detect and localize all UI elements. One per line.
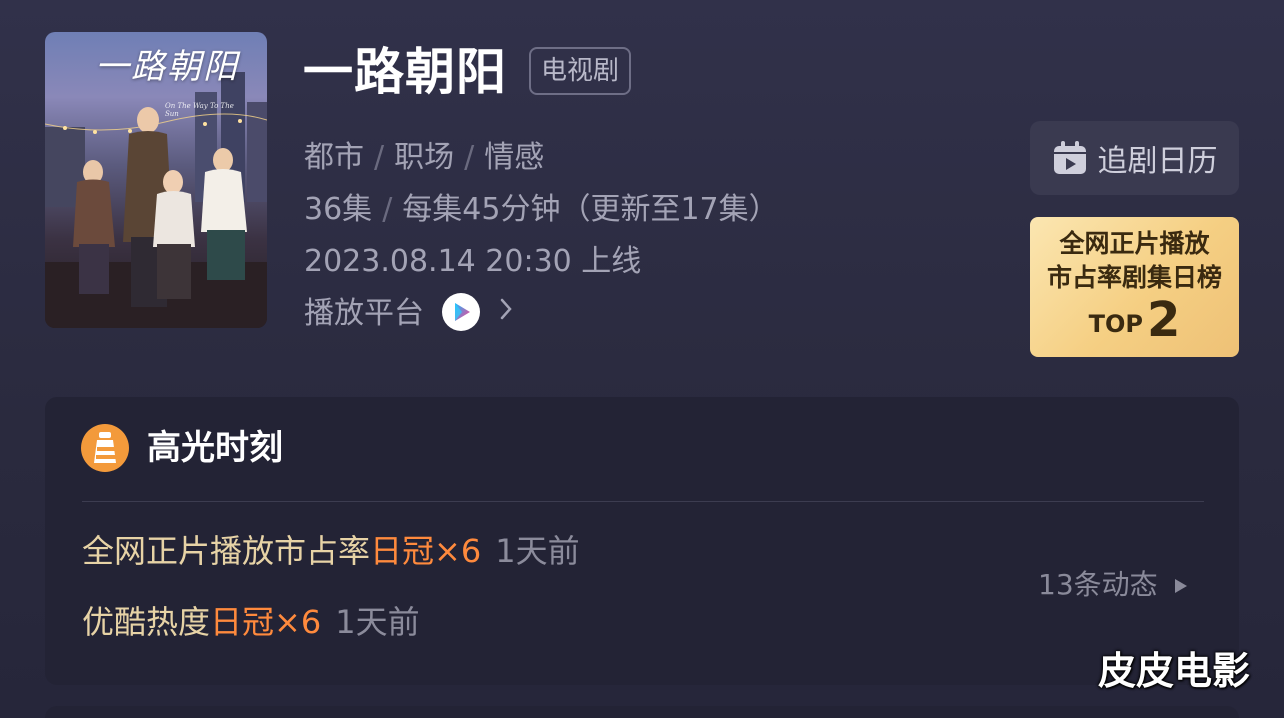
highlight-label: 优酷热度 xyxy=(82,603,211,641)
more-updates-label: 13条动态 xyxy=(1038,568,1158,601)
youku-logo-icon[interactable] xyxy=(441,292,480,331)
platform-row[interactable]: 播放平台 xyxy=(304,292,513,335)
genre-tag[interactable]: 职场 xyxy=(394,140,454,175)
poster-title: 一路朝阳 xyxy=(95,47,239,87)
episode-count: 36集 xyxy=(304,192,373,227)
platform-label: 播放平台 xyxy=(304,296,424,331)
lighthouse-icon xyxy=(80,423,130,477)
highlight-item[interactable]: 全网正片播放市占率日冠×6 1天前 xyxy=(82,529,580,573)
highlight-time: 1天前 xyxy=(495,532,580,570)
next-panel-edge xyxy=(45,706,1239,718)
highlights-panel[interactable]: 高光时刻 全网正片播放市占率日冠×6 1天前 优酷热度日冠×6 1天前 13条动态 xyxy=(45,397,1239,685)
page: 一路朝阳 On The Way To The Sun 一路朝阳 电视剧 都市 / 职… xyxy=(0,0,1284,718)
highlight-value: 日冠×6 xyxy=(210,603,322,641)
calendar-label: 追剧日历 xyxy=(1097,144,1218,179)
more-updates-link[interactable]: 13条动态 xyxy=(1038,565,1189,605)
triangle-right-icon xyxy=(1174,579,1187,593)
release-date: 2023.08.14 20:30 上线 xyxy=(304,244,642,279)
rank-top: TOP2 xyxy=(1030,295,1239,349)
rank-top-label: TOP xyxy=(1088,310,1143,338)
genre-tag[interactable]: 都市 xyxy=(304,140,364,175)
highlight-item[interactable]: 优酷热度日冠×6 1天前 xyxy=(82,600,420,644)
separator: / xyxy=(374,140,385,175)
divider xyxy=(82,501,1204,502)
poster-image[interactable]: 一路朝阳 On The Way To The Sun xyxy=(45,32,267,328)
highlight-value: 日冠×6 xyxy=(370,532,482,570)
episode-line: 36集 / 每集45分钟（更新至17集） xyxy=(304,190,779,230)
page-title: 一路朝阳 xyxy=(303,43,507,101)
type-badge: 电视剧 xyxy=(529,47,632,95)
rank-line-2: 市占率剧集日榜 xyxy=(1046,263,1222,292)
rank-line-1: 全网正片播放 xyxy=(1059,229,1210,258)
separator: / xyxy=(382,192,393,227)
watermark: 皮皮电影 xyxy=(1098,649,1251,693)
episode-length: 每集45分钟（更新至17集） xyxy=(402,192,779,227)
calendar-play-icon xyxy=(1053,141,1086,174)
chevron-right-icon[interactable] xyxy=(499,292,513,332)
highlight-label: 全网正片播放市占率 xyxy=(82,532,371,570)
calendar-button[interactable]: 追剧日历 xyxy=(1030,121,1239,195)
rank-card[interactable]: 全网正片播放 市占率剧集日榜 TOP2 xyxy=(1030,217,1239,357)
genre-tag[interactable]: 情感 xyxy=(484,140,544,175)
genre-line: 都市 / 职场 / 情感 xyxy=(304,138,544,178)
highlights-title: 高光时刻 xyxy=(147,428,283,468)
rank-top-value: 2 xyxy=(1146,292,1181,348)
highlight-time: 1天前 xyxy=(335,603,420,641)
poster-subtitle: On The Way To The Sun xyxy=(165,102,234,119)
separator: / xyxy=(464,140,475,175)
